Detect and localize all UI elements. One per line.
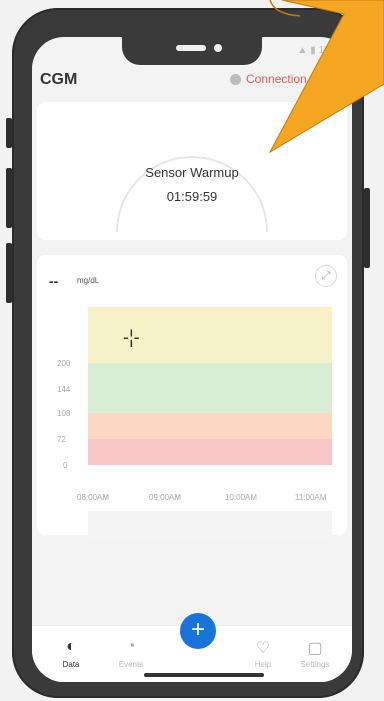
callout-arrow [268, 0, 384, 154]
